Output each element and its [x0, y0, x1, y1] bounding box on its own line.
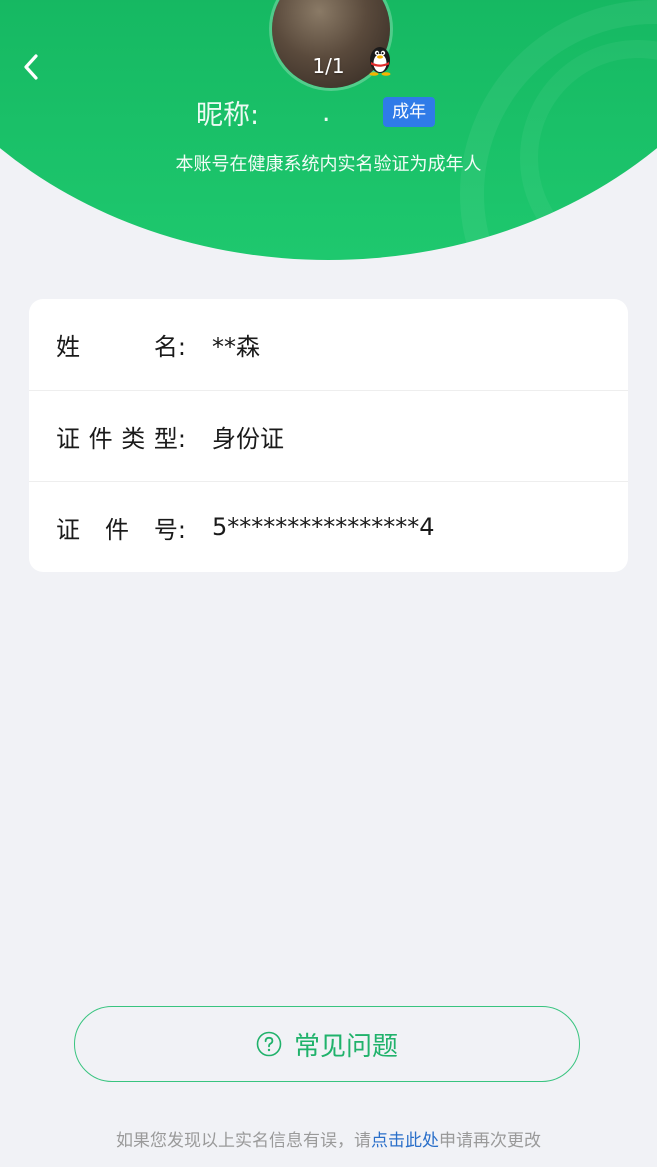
info-row-name: 姓 名: **森	[29, 299, 628, 390]
profile-header: 1/1 昵称: . 成年 本账号在健康系统内实名验证为成年人	[0, 0, 657, 260]
faq-label: 常见问题	[293, 1031, 398, 1062]
row-value-name: **森	[212, 332, 260, 361]
info-row-id-type: 证 件 类 型: 身份证	[29, 390, 628, 482]
nickname-value: .	[321, 96, 331, 128]
nickname-row: 昵称: . 成年	[196, 92, 436, 132]
info-row-id-number: 证 件 号: 5****************4	[29, 481, 628, 573]
page-indicator: 1/1	[312, 54, 345, 78]
correction-link[interactable]: 点击此处	[371, 1131, 439, 1151]
row-value-id-number: 5****************4	[212, 513, 435, 541]
verification-subtitle: 本账号在健康系统内实名验证为成年人	[175, 154, 482, 175]
correction-note: 如果您发现以上实名信息有误，请点击此处申请再次更改	[0, 1126, 657, 1151]
correction-note-prefix: 如果您发现以上实名信息有误，请	[116, 1131, 371, 1151]
row-label-name: 姓 名:	[56, 332, 186, 361]
row-label-id-number: 证 件 号:	[56, 515, 186, 544]
question-circle-icon	[256, 1031, 282, 1057]
correction-note-suffix: 申请再次更改	[439, 1131, 541, 1151]
qq-penguin-icon	[369, 47, 391, 76]
faq-button[interactable]: 常见问题	[74, 1006, 580, 1082]
row-label-id-type: 证 件 类 型:	[56, 424, 186, 453]
nickname-label: 昵称:	[196, 99, 260, 131]
adult-badge: 成年	[383, 97, 436, 127]
identity-info-card: 姓 名: **森 证 件 类 型: 身份证 证 件 号: 5**********…	[29, 299, 628, 572]
row-value-id-type: 身份证	[212, 424, 284, 453]
